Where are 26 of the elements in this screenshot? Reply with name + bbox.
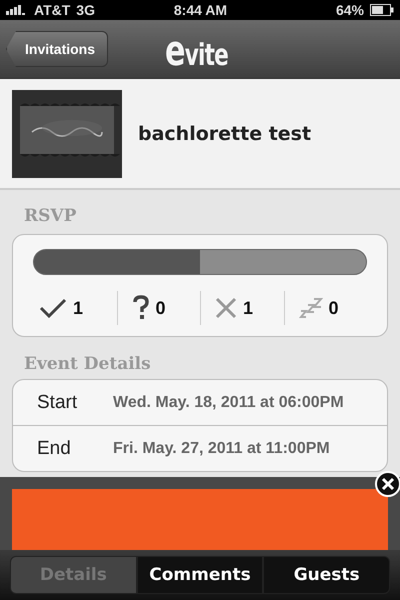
clock-time: 8:44 AM — [172, 2, 228, 18]
event-title: bachlorette test — [138, 122, 312, 144]
rsvp-count: 0 — [328, 298, 339, 318]
app-logo: evite — [165, 26, 228, 75]
cross-icon — [215, 297, 237, 319]
section-heading: Event Details — [24, 353, 152, 376]
detail-label: Start — [37, 392, 78, 414]
rsvp-count: 1 — [243, 298, 254, 318]
question-mark-icon — [132, 295, 150, 321]
detail-value: Wed. May. 18, 2011 at 06:00PM — [113, 394, 344, 412]
network-type: 3G — [76, 2, 95, 18]
carrier-name: AT&T — [34, 2, 70, 18]
tab[interactable]: Guests — [263, 556, 390, 594]
rsvp-count: 1 — [73, 298, 84, 318]
tab[interactable]: Comments — [136, 556, 264, 594]
sleep-icon — [298, 297, 322, 319]
battery-percent: 64% — [336, 2, 364, 18]
rsvp-count: 0 — [156, 298, 166, 318]
section-heading: RSVP — [24, 206, 78, 228]
detail-label: End — [37, 438, 72, 460]
detail-value: Fri. May. 27, 2011 at 11:00PM — [113, 440, 330, 458]
battery-icon — [370, 4, 394, 16]
back-button[interactable]: Invitations — [6, 31, 108, 67]
close-icon[interactable] — [375, 471, 400, 497]
signal-icon — [6, 5, 28, 15]
checkmark-icon — [39, 297, 67, 319]
